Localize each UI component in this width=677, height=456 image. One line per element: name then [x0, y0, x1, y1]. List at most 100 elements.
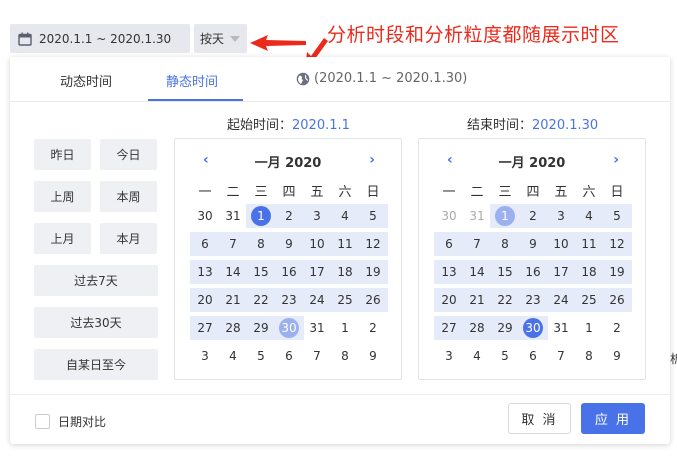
calendar-day[interactable]: 30	[519, 316, 547, 340]
calendar-day[interactable]: 8	[331, 344, 359, 368]
calendar-day[interactable]: 13	[435, 260, 463, 284]
calendar-day[interactable]: 25	[331, 288, 359, 312]
calendar-day[interactable]: 17	[547, 260, 575, 284]
tab-dynamic-time[interactable]: 动态时间	[60, 71, 112, 90]
calendar-day[interactable]: 30	[275, 316, 303, 340]
quick-last-month-button[interactable]: 上月	[34, 223, 91, 254]
calendar-day[interactable]: 8	[575, 344, 603, 368]
calendar-day[interactable]: 20	[191, 288, 219, 312]
globe-icon[interactable]	[296, 72, 310, 86]
calendar-day[interactable]: 24	[547, 288, 575, 312]
calendar-day[interactable]: 8	[247, 232, 275, 256]
granularity-select[interactable]: 按天	[194, 24, 247, 53]
calendar-day[interactable]: 9	[603, 344, 631, 368]
calendar-day[interactable]: 9	[359, 344, 387, 368]
cancel-button[interactable]: 取 消	[508, 403, 571, 434]
calendar-day[interactable]: 28	[219, 316, 247, 340]
calendar-day[interactable]: 2	[519, 204, 547, 228]
calendar-day[interactable]: 20	[435, 288, 463, 312]
calendar-day[interactable]: 30	[435, 204, 463, 228]
calendar-day[interactable]: 19	[603, 260, 631, 284]
calendar-day[interactable]: 7	[547, 344, 575, 368]
calendar-day[interactable]: 21	[463, 288, 491, 312]
calendar-day[interactable]: 11	[331, 232, 359, 256]
calendar-day[interactable]: 23	[519, 288, 547, 312]
quick-this-month-button[interactable]: 本月	[100, 223, 157, 254]
calendar-day[interactable]: 6	[435, 232, 463, 256]
apply-button[interactable]: 应 用	[581, 403, 645, 434]
next-month-icon[interactable]: ›	[369, 152, 375, 168]
calendar-day[interactable]: 10	[547, 232, 575, 256]
calendar-day[interactable]: 29	[247, 316, 275, 340]
calendar-day[interactable]: 16	[275, 260, 303, 284]
calendar-day[interactable]: 14	[463, 260, 491, 284]
calendar-day[interactable]: 7	[219, 232, 247, 256]
calendar-day[interactable]: 9	[519, 232, 547, 256]
calendar-day[interactable]: 31	[547, 316, 575, 340]
calendar-day[interactable]: 2	[275, 204, 303, 228]
calendar-day[interactable]: 12	[603, 232, 631, 256]
next-month-icon[interactable]: ›	[613, 152, 619, 168]
calendar-day[interactable]: 5	[491, 344, 519, 368]
calendar-day[interactable]: 6	[191, 232, 219, 256]
calendar-day[interactable]: 31	[219, 204, 247, 228]
calendar-day[interactable]: 9	[275, 232, 303, 256]
calendar-day[interactable]: 5	[359, 204, 387, 228]
calendar-day[interactable]: 31	[463, 204, 491, 228]
calendar-day[interactable]: 2	[603, 316, 631, 340]
calendar-day[interactable]: 6	[275, 344, 303, 368]
calendar-day[interactable]: 30	[191, 204, 219, 228]
calendar-day[interactable]: 1	[247, 204, 275, 228]
calendar-day[interactable]: 7	[463, 232, 491, 256]
quick-past-7-days-button[interactable]: 过去7天	[34, 265, 158, 296]
calendar-day[interactable]: 17	[303, 260, 331, 284]
calendar-day[interactable]: 22	[247, 288, 275, 312]
calendar-day[interactable]: 19	[359, 260, 387, 284]
calendar-day[interactable]: 22	[491, 288, 519, 312]
calendar-day[interactable]: 13	[191, 260, 219, 284]
calendar-day[interactable]: 31	[303, 316, 331, 340]
calendar-day[interactable]: 4	[219, 344, 247, 368]
calendar-day[interactable]: 4	[331, 204, 359, 228]
calendar-day[interactable]: 4	[575, 204, 603, 228]
calendar-day[interactable]: 16	[519, 260, 547, 284]
calendar-day[interactable]: 3	[191, 344, 219, 368]
calendar-day[interactable]: 28	[463, 316, 491, 340]
calendar-day[interactable]: 29	[491, 316, 519, 340]
quick-since-day-button[interactable]: 自某日至今	[34, 349, 158, 380]
quick-yesterday-button[interactable]: 昨日	[34, 139, 91, 170]
calendar-day[interactable]: 18	[575, 260, 603, 284]
tab-static-time[interactable]: 静态时间	[166, 71, 218, 90]
calendar-day[interactable]: 24	[303, 288, 331, 312]
quick-past-30-days-button[interactable]: 过去30天	[34, 307, 158, 338]
calendar-day[interactable]: 5	[603, 204, 631, 228]
calendar-day[interactable]: 18	[331, 260, 359, 284]
calendar-day[interactable]: 8	[491, 232, 519, 256]
calendar-day[interactable]: 6	[519, 344, 547, 368]
calendar-day[interactable]: 14	[219, 260, 247, 284]
calendar-day[interactable]: 26	[359, 288, 387, 312]
calendar-day[interactable]: 4	[463, 344, 491, 368]
calendar-day[interactable]: 1	[491, 204, 519, 228]
calendar-day[interactable]: 11	[575, 232, 603, 256]
calendar-day[interactable]: 7	[303, 344, 331, 368]
calendar-day[interactable]: 3	[303, 204, 331, 228]
calendar-day[interactable]: 25	[575, 288, 603, 312]
compare-checkbox[interactable]	[35, 414, 50, 429]
quick-today-button[interactable]: 今日	[100, 139, 157, 170]
calendar-day[interactable]: 2	[359, 316, 387, 340]
calendar-day[interactable]: 15	[491, 260, 519, 284]
quick-this-week-button[interactable]: 本周	[100, 181, 157, 212]
calendar-day[interactable]: 21	[219, 288, 247, 312]
calendar-day[interactable]: 3	[435, 344, 463, 368]
calendar-day[interactable]: 3	[547, 204, 575, 228]
calendar-day[interactable]: 23	[275, 288, 303, 312]
calendar-day[interactable]: 27	[435, 316, 463, 340]
calendar-day[interactable]: 10	[303, 232, 331, 256]
date-range-trigger[interactable]: 2020.1.1 ~ 2020.1.30	[10, 24, 190, 53]
calendar-day[interactable]: 12	[359, 232, 387, 256]
calendar-day[interactable]: 5	[247, 344, 275, 368]
calendar-day[interactable]: 15	[247, 260, 275, 284]
calendar-day[interactable]: 27	[191, 316, 219, 340]
calendar-day[interactable]: 26	[603, 288, 631, 312]
